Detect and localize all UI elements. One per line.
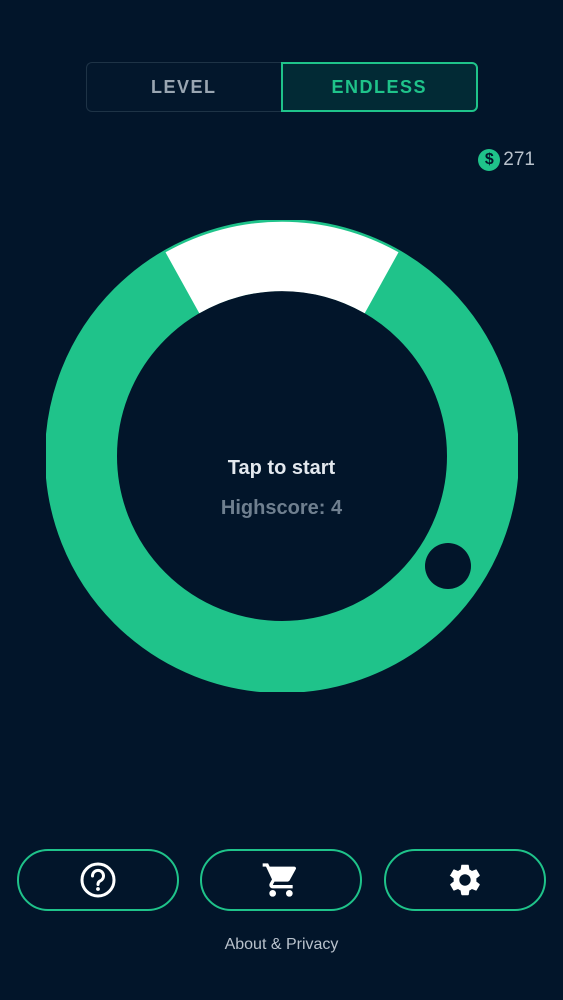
tab-endless[interactable]: ENDLESS: [280, 62, 478, 112]
settings-button[interactable]: [384, 849, 546, 911]
gear-icon: [449, 864, 480, 896]
help-circle-icon: [80, 862, 116, 898]
coin-balance: $ 271: [478, 149, 535, 171]
coin-icon: $: [478, 149, 501, 171]
ball: [425, 543, 471, 589]
tap-to-start-label: Tap to start: [227, 457, 336, 479]
shopping-cart-icon: [262, 863, 297, 897]
game-ring[interactable]: [46, 220, 518, 692]
about-privacy-link[interactable]: About & Privacy: [0, 936, 563, 954]
coin-amount: 271: [503, 149, 535, 170]
mode-toggle: LEVEL ENDLESS: [86, 62, 478, 112]
tab-level[interactable]: LEVEL: [86, 62, 281, 112]
shop-button[interactable]: [200, 849, 362, 911]
highscore-label: Highscore: 4: [220, 497, 343, 519]
ring-track: [46, 220, 518, 692]
help-button[interactable]: [17, 849, 179, 911]
